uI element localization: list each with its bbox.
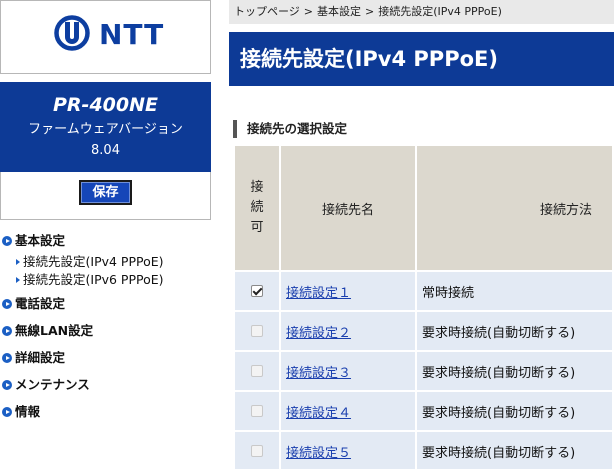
enable-checkbox[interactable] <box>251 325 263 337</box>
section-title: 接続先の選択設定 <box>233 120 347 138</box>
enable-checkbox[interactable] <box>251 445 263 457</box>
table-row: 接続設定２ 要求時接続(自動切断する) <box>233 310 614 352</box>
sidebar-item-label: 情報 <box>15 404 41 419</box>
name-cell: 接続設定４ <box>279 390 417 432</box>
sidebar-item-info[interactable]: 情報 <box>0 403 211 421</box>
connection-name-link[interactable]: 接続設定５ <box>286 446 351 461</box>
circle-arrow-icon <box>2 380 12 390</box>
table-header-row: 接 続 可 接続先名 接続方法 <box>233 144 614 272</box>
table-row: 接続設定４ 要求時接続(自動切断する) <box>233 390 614 432</box>
method-cell: 要求時接続(自動切断する) <box>415 430 614 469</box>
breadcrumb-current: 接続先設定(IPv4 PPPoE) <box>378 5 502 18</box>
connection-name-link[interactable]: 接続設定４ <box>286 406 351 421</box>
enable-checkbox[interactable] <box>251 365 263 377</box>
sidebar-nav: 基本設定 接続先設定(IPv4 PPPoE) 接続先設定(IPv6 PPPoE)… <box>0 232 211 430</box>
breadcrumb-top[interactable]: トップページ <box>234 5 300 18</box>
enable-cell <box>233 270 281 312</box>
page-title: 接続先設定(IPv4 PPPoE) <box>229 32 614 86</box>
header-method: 接続方法 <box>415 144 614 272</box>
enable-cell <box>233 350 281 392</box>
sidebar-item-label: メンテナンス <box>15 377 90 392</box>
logo-box: NTT <box>0 0 211 74</box>
name-cell: 接続設定２ <box>279 310 417 352</box>
enable-cell <box>233 390 281 432</box>
firmware-version: 8.04 <box>91 143 120 158</box>
header-name: 接続先名 <box>279 144 417 272</box>
method-cell: 要求時接続(自動切断する) <box>415 390 614 432</box>
sidebar-subitem-ipv4-pppoe[interactable]: 接続先設定(IPv4 PPPoE) <box>0 253 211 271</box>
table-row: 接続設定３ 要求時接続(自動切断する) <box>233 350 614 392</box>
circle-arrow-icon <box>2 326 12 336</box>
circle-arrow-icon <box>2 353 12 363</box>
name-cell: 接続設定５ <box>279 430 417 469</box>
header-enable: 接 続 可 <box>233 144 281 272</box>
table-row: 接続設定５ 要求時接続(自動切断する) <box>233 430 614 469</box>
model-name: PR-400NE <box>53 94 158 116</box>
table-body: 接続設定１ 常時接続 接続設定２ 要求時接続(自動切断する) 接続設定３ 要求時… <box>233 270 614 469</box>
sidebar-item-advanced[interactable]: 詳細設定 <box>0 349 211 367</box>
circle-arrow-icon <box>2 236 12 246</box>
ntt-logo-icon <box>54 15 90 51</box>
name-cell: 接続設定１ <box>279 270 417 312</box>
header-enable-char: 続 <box>250 200 264 215</box>
header-enable-char: 可 <box>250 220 264 235</box>
enable-checkbox[interactable] <box>251 405 263 417</box>
breadcrumb-separator: > <box>303 5 313 18</box>
table-row: 接続設定１ 常時接続 <box>233 270 614 312</box>
breadcrumb-separator: > <box>365 5 375 18</box>
sidebar-item-basic[interactable]: 基本設定 <box>0 232 211 250</box>
sidebar-subitem-label: 接続先設定(IPv4 PPPoE) <box>23 254 164 269</box>
sidebar-item-wlan[interactable]: 無線LAN設定 <box>0 322 211 340</box>
method-cell: 要求時接続(自動切断する) <box>415 310 614 352</box>
circle-arrow-icon <box>2 299 12 309</box>
sidebar-item-label: 無線LAN設定 <box>15 323 94 338</box>
sidebar-item-label: 電話設定 <box>15 296 66 311</box>
sidebar-item-phone[interactable]: 電話設定 <box>0 295 211 313</box>
logo-text: NTT <box>99 18 165 51</box>
method-cell: 常時接続 <box>415 270 614 312</box>
name-cell: 接続設定３ <box>279 350 417 392</box>
save-area: 保存 <box>0 172 211 220</box>
connection-table: 接 続 可 接続先名 接続方法 接続設定１ 常時接続 接続設定２ 要求時接続(自… <box>233 144 614 469</box>
triangle-right-icon <box>16 259 20 265</box>
sidebar-subitem-label: 接続先設定(IPv6 PPPoE) <box>23 272 164 287</box>
triangle-right-icon <box>16 277 20 283</box>
save-button[interactable]: 保存 <box>79 180 132 205</box>
header-enable-char: 接 <box>250 180 264 195</box>
enable-cell <box>233 310 281 352</box>
enable-checkbox[interactable] <box>251 285 263 297</box>
enable-cell <box>233 430 281 469</box>
nav-group-basic: 基本設定 接続先設定(IPv4 PPPoE) 接続先設定(IPv6 PPPoE) <box>0 232 211 289</box>
breadcrumb: トップページ > 基本設定 > 接続先設定(IPv4 PPPoE) <box>229 0 614 24</box>
sidebar-subitem-ipv6-pppoe[interactable]: 接続先設定(IPv6 PPPoE) <box>0 271 211 289</box>
model-info: PR-400NE ファームウェアバージョン 8.04 <box>0 82 211 172</box>
connection-name-link[interactable]: 接続設定３ <box>286 366 351 381</box>
main-content: トップページ > 基本設定 > 接続先設定(IPv4 PPPoE) 接続先設定(IPv4… <box>229 0 614 469</box>
sidebar: NTT PR-400NE ファームウェアバージョン 8.04 保存 基本設定 接… <box>0 0 211 469</box>
circle-arrow-icon <box>2 407 12 417</box>
firmware-label: ファームウェアバージョン <box>28 122 183 137</box>
sidebar-item-label: 詳細設定 <box>15 350 66 365</box>
connection-name-link[interactable]: 接続設定２ <box>286 326 351 341</box>
sidebar-item-label: 基本設定 <box>15 233 66 248</box>
breadcrumb-basic[interactable]: 基本設定 <box>317 5 361 18</box>
sidebar-item-maintenance[interactable]: メンテナンス <box>0 376 211 394</box>
connection-name-link[interactable]: 接続設定１ <box>286 286 351 301</box>
method-cell: 要求時接続(自動切断する) <box>415 350 614 392</box>
